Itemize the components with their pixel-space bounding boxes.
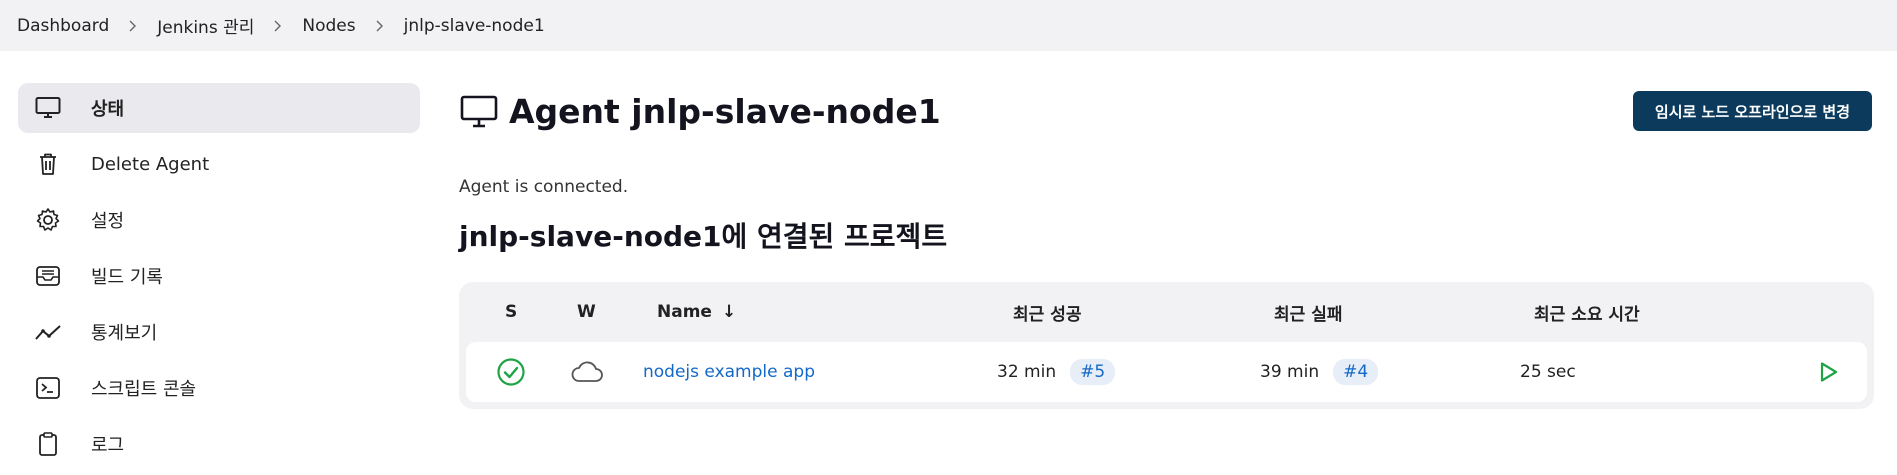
last-duration-cell: 25 sec: [1520, 362, 1576, 382]
breadcrumb-jenkins-manage[interactable]: Jenkins 관리: [157, 13, 254, 38]
column-header-last-failure[interactable]: 최근 실패: [1274, 300, 1342, 325]
project-link[interactable]: nodejs example app: [643, 362, 815, 382]
breadcrumb: Dashboard Jenkins 관리 Nodes jnlp-slave-no…: [0, 0, 1897, 51]
table-header: S W Name ↓ 최근 성공 최근 실패 최근 소요 시간: [466, 282, 1867, 342]
projects-table: S W Name ↓ 최근 성공 최근 실패 최근 소요 시간 nodejs e…: [459, 282, 1874, 409]
success-status-icon: [496, 357, 526, 387]
sidebar-item-label: 스크립트 콘솔: [91, 379, 197, 400]
agent-status-text: Agent is connected.: [459, 177, 629, 197]
sidebar-item-build-history[interactable]: 빌드 기록: [18, 251, 420, 301]
last-success-cell: 32 min #5: [997, 359, 1116, 385]
last-failure-cell: 39 min #4: [1260, 359, 1379, 385]
inbox-icon: [33, 261, 63, 291]
sidebar-item-label: Delete Agent: [91, 153, 210, 175]
sidebar-item-status[interactable]: 상태: [18, 83, 420, 133]
sidebar-item-label: 빌드 기록: [91, 267, 163, 288]
breadcrumb-nodes[interactable]: Nodes: [302, 16, 355, 36]
play-icon[interactable]: [1816, 360, 1840, 384]
trend-icon: [33, 317, 63, 347]
sidebar-item-label: 통계보기: [91, 323, 158, 344]
monitor-icon: [459, 91, 499, 131]
table-row: nodejs example app 32 min #5 39 min #4 2…: [466, 342, 1867, 402]
sidebar-item-log[interactable]: 로그: [18, 419, 420, 469]
chevron-right-icon: [374, 20, 386, 32]
sidebar-item-label: 상태: [91, 99, 125, 120]
last-success-build-link[interactable]: #5: [1070, 359, 1116, 385]
breadcrumb-dashboard[interactable]: Dashboard: [17, 16, 109, 36]
main-content: Agent jnlp-slave-node1 임시로 노드 오프라인으로 변경 …: [459, 83, 1879, 409]
clipboard-icon: [33, 429, 63, 459]
mark-offline-button[interactable]: 임시로 노드 오프라인으로 변경: [1632, 91, 1872, 131]
gear-icon: [33, 205, 63, 235]
last-failure-build-link[interactable]: #4: [1333, 359, 1379, 385]
page-header: Agent jnlp-slave-node1 임시로 노드 오프라인으로 변경: [459, 83, 1879, 139]
column-header-last-duration[interactable]: 최근 소요 시간: [1534, 300, 1640, 325]
column-header-name-label: Name: [657, 302, 712, 322]
sidebar-item-label: 설정: [91, 211, 125, 232]
sidebar: 상태 Delete Agent 설정 빌드 기록 통계보기 스크립트 콘솔 로그: [18, 83, 420, 475]
cloud-weather-icon: [570, 359, 604, 385]
sidebar-item-label: 로그: [91, 435, 125, 456]
breadcrumb-current-node[interactable]: jnlp-slave-node1: [404, 16, 545, 36]
page-title: Agent jnlp-slave-node1: [509, 91, 941, 131]
sidebar-item-statistics[interactable]: 통계보기: [18, 307, 420, 357]
sort-down-icon: ↓: [721, 302, 737, 322]
column-header-name[interactable]: Name ↓: [657, 302, 736, 322]
sidebar-item-delete-agent[interactable]: Delete Agent: [18, 139, 420, 189]
last-failure-time: 39 min: [1260, 362, 1320, 382]
terminal-icon: [33, 373, 63, 403]
projects-section-title: jnlp-slave-node1에 연결된 프로젝트: [459, 220, 948, 253]
chevron-right-icon: [272, 20, 284, 32]
column-header-last-success[interactable]: 최근 성공: [1013, 300, 1081, 325]
column-header-status[interactable]: S: [505, 302, 517, 322]
sidebar-item-settings[interactable]: 설정: [18, 195, 420, 245]
column-header-weather[interactable]: W: [577, 302, 596, 322]
monitor-icon: [33, 93, 63, 123]
chevron-right-icon: [127, 20, 139, 32]
sidebar-item-script-console[interactable]: 스크립트 콘솔: [18, 363, 420, 413]
trash-icon: [33, 149, 63, 179]
last-success-time: 32 min: [997, 362, 1057, 382]
